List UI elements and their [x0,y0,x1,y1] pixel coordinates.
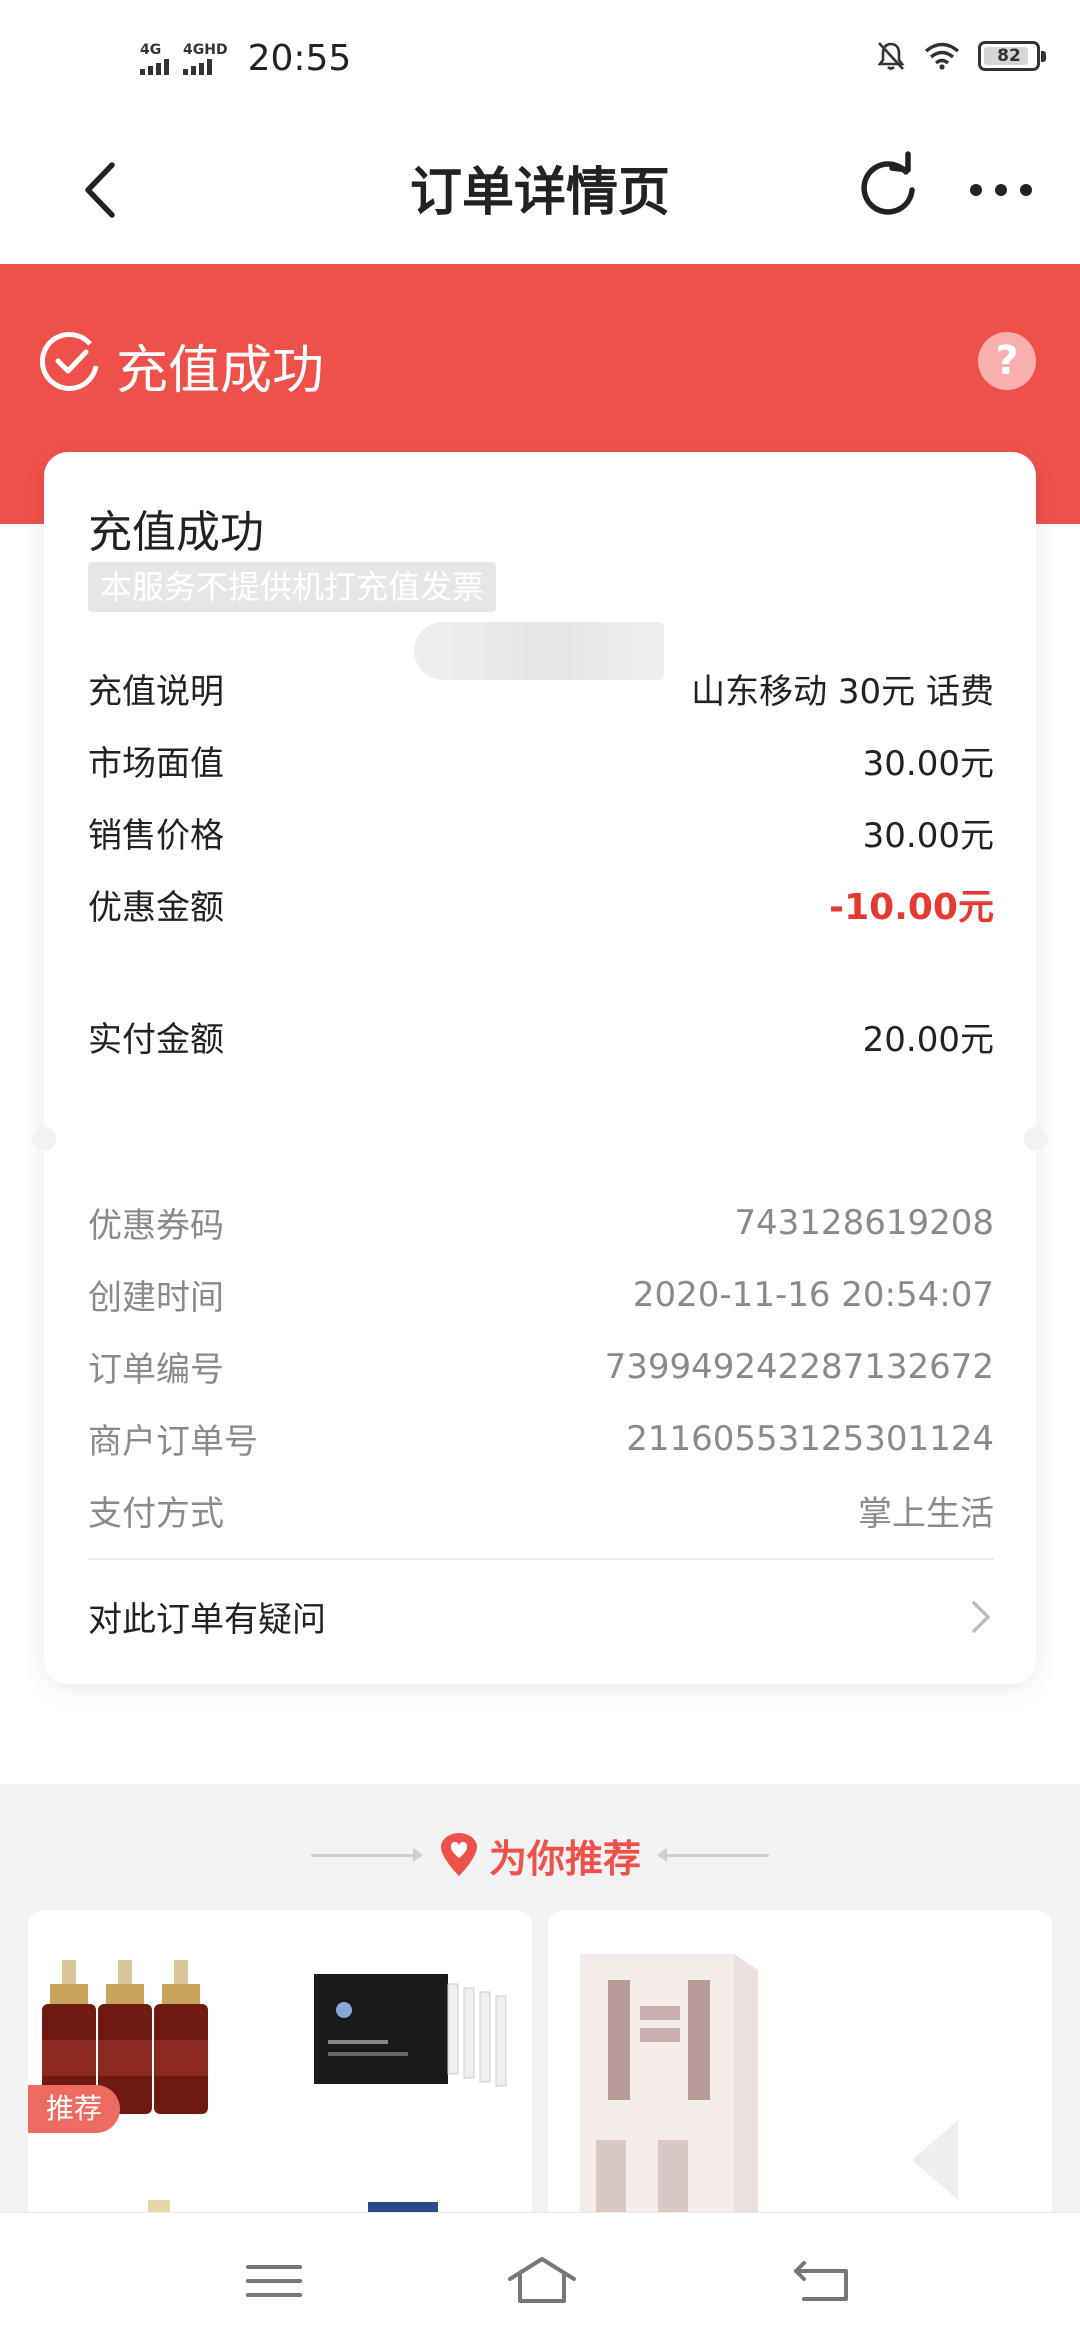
value: 山东移动 30元 话费 [691,672,994,712]
value: 739949242287132672 [604,1346,994,1387]
value: 20.00元 [862,1020,994,1060]
status-bar: 4G 4GHD 20:55 82 [0,0,1080,120]
label: 订单编号 [88,1350,224,1390]
check-circle-icon [40,332,99,391]
home-icon[interactable] [506,2251,578,2311]
row-discount: 优惠金额 -10.00元 [88,878,994,930]
recommend-badge: 推荐 [28,2085,121,2133]
sim1-label: 4G [140,41,162,58]
value: 30.00元 [862,744,994,784]
product-card[interactable] [548,1910,1052,2250]
battery-level: 82 [997,46,1021,66]
label: 销售价格 [88,816,224,856]
product-image [580,1954,958,2250]
divider [88,1558,994,1560]
refresh-icon [861,151,915,215]
discount-value: -10.00元 [829,887,994,928]
product-card[interactable]: 推荐 [28,1910,532,2250]
label: 商户订单号 [88,1422,258,1462]
system-nav-bar [0,2212,1080,2340]
label: 充值说明 [88,672,224,712]
row-created: 创建时间 2020-11-16 20:54:07 [88,1270,994,1319]
sim2-label: 4GHD [183,41,228,58]
order-question-link[interactable]: 对此订单有疑问 [88,1592,994,1641]
mute-bell-icon [877,42,905,70]
order-card: 充值成功 本服务不提供机打充值发票 充值说明 山东移动 30元 话费 市场面值 … [32,452,1048,1684]
divider-arrow [657,1847,769,1862]
row-sale-price: 销售价格 30.00元 [88,808,994,857]
label: 市场面值 [88,744,224,784]
row-recharge-desc: 充值说明 山东移动 30元 话费 [88,664,994,713]
value: 21160553125301124 [626,1418,994,1459]
recommend-title: 为你推荐 [439,1828,641,1883]
battery-icon: 82 [978,41,1046,71]
signal-icon: 4GHD [183,43,228,75]
divider-arrow [310,1847,423,1862]
value: 掌上生活 [858,1494,994,1534]
recommend-header: 为你推荐 [0,1820,1080,1890]
row-order-no: 订单编号 739949242287132672 [88,1342,994,1391]
chevron-right-icon [972,1600,990,1633]
label: 实付金额 [88,1020,224,1060]
product-image [42,1960,507,2242]
label: 支付方式 [88,1494,224,1534]
recommend-title-text: 为你推荐 [488,1836,641,1881]
label: 创建时间 [88,1278,224,1318]
more-icon [970,184,1032,196]
row-market-value: 市场面值 30.00元 [88,736,994,785]
signal-icon: 4G [140,43,169,75]
wifi-icon [924,42,960,70]
refresh-button[interactable] [856,150,920,220]
card-title: 充值成功 [88,507,264,558]
more-button[interactable] [966,160,1036,220]
card-notch [32,1127,56,1151]
invoice-note: 本服务不提供机打充值发票 [88,562,497,612]
menu-icon[interactable] [242,2251,306,2311]
help-icon[interactable]: ? [978,332,1036,390]
banner-status: 充值成功 [116,341,325,401]
row-pay-method: 支付方式 掌上生活 [88,1486,994,1535]
row-merchant-no: 商户订单号 21160553125301124 [88,1414,994,1463]
card-notch [1024,1127,1048,1151]
question-label: 对此订单有疑问 [88,1600,326,1640]
heart-pin-icon [440,1833,477,1876]
label: 优惠券码 [88,1206,224,1246]
status-left: 4G 4GHD 20:55 [140,38,351,79]
status-right: 82 [876,40,1046,72]
nav-bar: 订单详情页 [0,120,1080,264]
row-paid: 实付金额 20.00元 [88,1012,994,1061]
value: 2020-11-16 20:54:07 [632,1274,994,1315]
row-coupon: 优惠券码 743128619208 [88,1198,994,1247]
label: 优惠金额 [88,887,224,928]
status-time: 20:55 [247,38,352,79]
value: 30.00元 [862,816,994,856]
return-icon[interactable] [790,2251,854,2311]
value: 743128619208 [734,1202,994,1243]
